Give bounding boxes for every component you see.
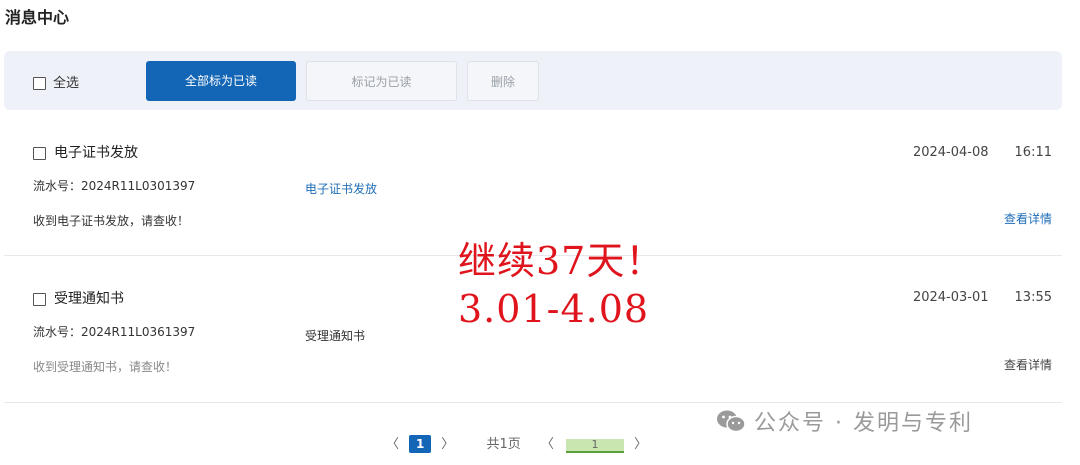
mark-all-read-button[interactable]: 全部标为已读 [146,61,296,101]
wechat-icon [716,409,746,439]
delete-button[interactable]: 删除 [467,61,539,101]
page-jump-input[interactable]: 1 [566,439,625,453]
message-time: 13:55 [1014,290,1052,305]
message-datetime: 2024-04-08 16:11 [913,145,1052,160]
message-time: 16:11 [1014,145,1052,160]
checkbox-icon[interactable] [33,292,46,306]
jump-prev-button[interactable]: 〈 [541,437,554,452]
pagination: 〈 1 〉 共1页 〈 1 〉 [386,433,647,453]
page-number-current[interactable]: 1 [409,435,432,453]
divider [4,402,1062,403]
message-title[interactable]: 受理通知书 [33,288,124,308]
prev-page-button[interactable]: 〈 [386,437,399,452]
checkbox-icon[interactable] [33,77,46,90]
view-details-link[interactable]: 查看详情 [1004,210,1052,227]
overlay-text-dates: 3.01-4.08 [458,287,650,331]
message-category-link[interactable]: 受理通知书 [305,327,365,344]
total-pages: 共1页 [486,437,521,452]
watermark: 公众号 · 发明与专利 [716,405,973,439]
jump-next-button[interactable]: 〉 [634,437,647,452]
message-datetime: 2024-03-01 13:55 [913,290,1052,305]
message-category-link[interactable]: 电子证书发放 [305,180,377,197]
message-title-text: 受理通知书 [54,291,124,307]
watermark-text: 公众号 · 发明与专利 [754,411,973,436]
toolbar: 全选 全部标为已读 标记为已读 删除 [4,51,1062,110]
serial-number: 流水号：2024R11L0301397 [33,179,196,193]
overlay-text-days: 继续37天！ [458,239,665,283]
message-date: 2024-03-01 [912,290,989,305]
message-date: 2024-04-08 [912,145,989,160]
serial-number: 流水号：2024R11L0361397 [33,325,196,339]
view-details-link[interactable]: 查看详情 [1004,356,1052,373]
checkbox-icon[interactable] [33,146,46,160]
message-title[interactable]: 电子证书发放 [33,142,138,162]
select-all-label: 全选 [53,76,80,91]
message-summary: 收到受理通知书，请查收！ [33,360,178,374]
select-all-checkbox[interactable]: 全选 [33,72,79,91]
next-page-button[interactable]: 〉 [441,437,454,452]
message-title-text: 电子证书发放 [54,145,138,161]
message-summary: 收到电子证书发放，请查收！ [33,214,190,228]
page-title: 消息中心 [5,8,70,27]
mark-read-button[interactable]: 标记为已读 [306,61,457,101]
